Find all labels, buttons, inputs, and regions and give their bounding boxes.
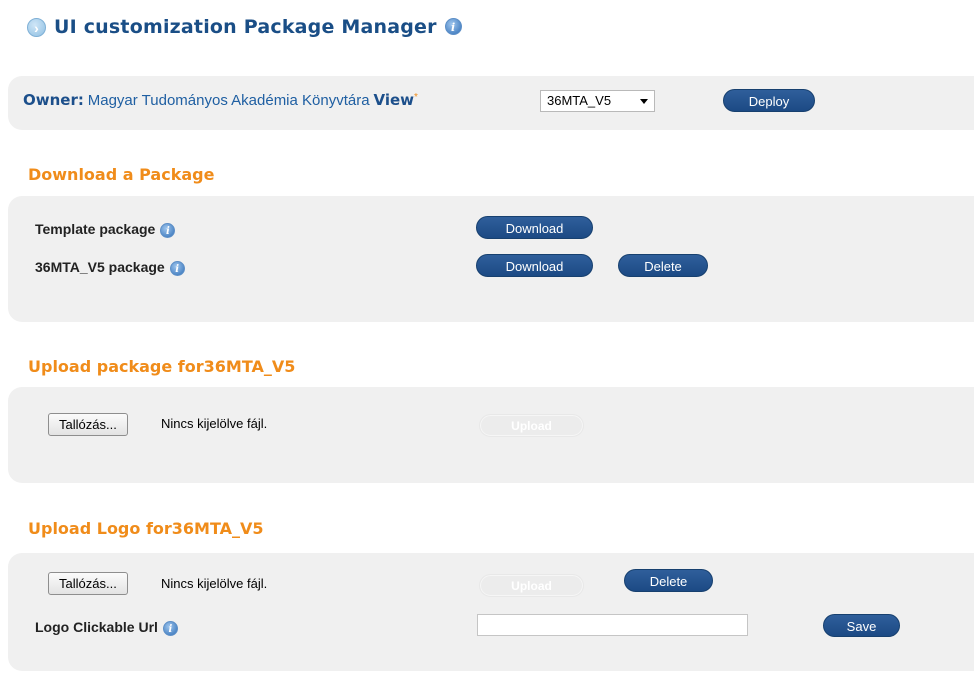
template-download-button[interactable]: Download [476,216,593,239]
download-heading: Download a Package [28,165,215,184]
upload-logo-heading: Upload Logo for36MTA_V5 [28,519,264,538]
save-button[interactable]: Save [823,614,900,637]
page-title: UI customization Package Manager i [54,16,462,38]
logo-url-label: Logo Clickable Url [35,619,158,635]
page-title-text: UI customization Package Manager [54,16,437,38]
owner-value: Magyar Tudományos Akadémia Könyvtára [87,92,370,109]
chevron-right-icon: › [27,17,46,37]
upload-package-heading: Upload package for36MTA_V5 [28,357,296,376]
info-icon[interactable]: i [169,260,185,276]
info-icon[interactable]: i [444,18,462,35]
package-file-status: Nincs kijelölve fájl. [161,416,268,431]
view-package-download-button[interactable]: Download [476,254,593,277]
page-header: › UI customization Package Manager i [27,14,462,40]
owner-label: Owner: [23,91,84,109]
logo-browse-button[interactable]: Tallózás... [48,572,128,595]
logo-file-status: Nincs kijelölve fájl. [161,576,268,591]
info-icon[interactable]: i [160,222,176,238]
required-mark: * [414,92,418,103]
owner-line: Owner: Magyar Tudományos Akadémia Könyvt… [23,91,418,109]
info-icon[interactable]: i [162,620,178,636]
view-package-label: 36MTA_V5 package [35,259,165,275]
view-select[interactable]: 36MTA_V5 [540,90,655,112]
dropdown-caret-icon [640,99,648,104]
view-label: View [373,91,414,109]
package-browse-button[interactable]: Tallózás... [48,413,128,436]
view-package-delete-button[interactable]: Delete [618,254,708,277]
logo-upload-button[interactable]: Upload [479,574,584,597]
logo-url-row: Logo Clickable Url i [35,619,178,636]
view-select-value: 36MTA_V5 [547,93,612,108]
logo-url-input[interactable] [477,614,748,636]
deploy-button[interactable]: Deploy [723,89,815,112]
upload-logo-panel [8,553,974,671]
template-package-label: Template package [35,221,156,237]
package-upload-button[interactable]: Upload [479,414,584,437]
view-package-row: 36MTA_V5 package i [35,259,185,276]
logo-delete-button[interactable]: Delete [624,569,713,592]
template-package-row: Template package i [35,221,176,238]
